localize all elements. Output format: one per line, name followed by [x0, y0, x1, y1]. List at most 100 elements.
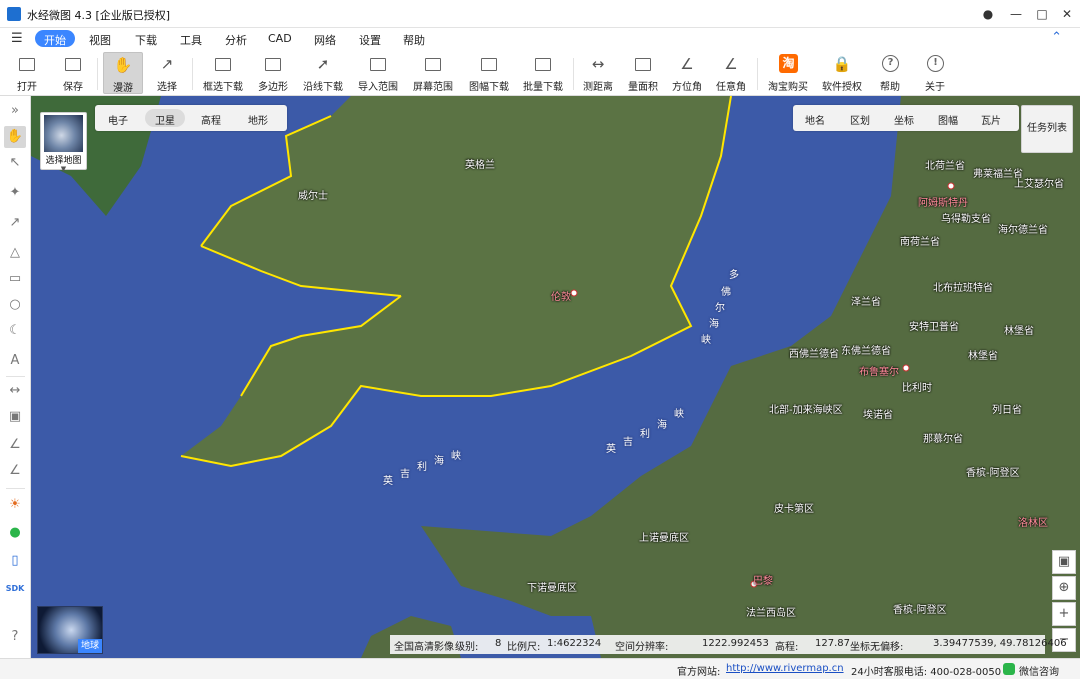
measure-area-button[interactable]: 量面积 — [624, 52, 662, 94]
lock-icon: 🔒 — [832, 55, 852, 73]
map-label: 利 — [640, 429, 650, 440]
map-label: 英 — [383, 476, 393, 487]
box-download-icon — [213, 54, 233, 74]
zoom-in-button[interactable]: + — [1052, 602, 1076, 626]
screen-range-button[interactable]: 屏幕范围 — [409, 52, 457, 94]
measure-area-side-icon[interactable]: ▣ — [4, 406, 26, 428]
import-range-button[interactable]: 导入范围 — [354, 52, 402, 94]
help-circle-icon[interactable]: ? — [4, 626, 26, 648]
menu-download[interactable]: 下载 — [135, 32, 157, 48]
toggle-coordinates[interactable]: 坐标 — [894, 112, 914, 127]
pan-tool-icon[interactable]: ✋ — [4, 126, 26, 148]
toggle-tiles[interactable]: 瓦片 — [981, 112, 1001, 127]
draw-circle-icon[interactable]: ○ — [4, 294, 26, 316]
open-button[interactable]: 打开 — [10, 52, 44, 94]
fullscreen-icon[interactable]: ▣ — [1052, 550, 1076, 574]
globe-view-button[interactable]: 地球 — [37, 606, 103, 654]
add-text-icon[interactable]: A — [4, 350, 26, 372]
map-label: 上诺曼底区 — [639, 533, 689, 544]
map-label: 皮卡第区 — [774, 504, 814, 515]
tab-elevation[interactable]: 高程 — [191, 109, 231, 127]
maximize-button[interactable]: □ — [1029, 4, 1055, 24]
dropdown-caret-icon: ▼ — [60, 165, 67, 173]
map-label: 峡 — [451, 451, 461, 462]
map-label: 林堡省 — [968, 351, 998, 362]
azimuth-side-icon[interactable]: ∠ — [4, 434, 26, 456]
globe-label: 地球 — [78, 639, 102, 653]
draw-arc-icon[interactable]: ☾ — [4, 320, 26, 342]
toolbar-divider — [97, 58, 98, 90]
menu-network[interactable]: 网络 — [314, 32, 336, 48]
map-label: 香槟-阿登区 — [966, 468, 1020, 479]
map-label: 西佛兰德省 — [789, 349, 839, 360]
angle-side-icon[interactable]: ∠ — [4, 460, 26, 482]
sdk-icon[interactable]: SDK — [4, 578, 26, 600]
polygon-download-icon — [263, 54, 283, 74]
draw-polygon-icon[interactable]: △ — [4, 242, 26, 264]
draw-rectangle-icon[interactable]: ▭ — [4, 268, 26, 290]
toggle-map-sheets[interactable]: 图幅 — [938, 112, 958, 127]
measure-distance-button[interactable]: ↔ 测距离 — [579, 52, 617, 94]
close-button[interactable]: ✕ — [1054, 4, 1080, 24]
expand-panel-icon[interactable]: » — [4, 100, 26, 122]
website-label: 官方网站: — [677, 667, 721, 678]
wechat-icon — [1003, 663, 1015, 675]
map-label: 英 — [606, 444, 616, 455]
any-angle-button[interactable]: ∠ 任意角 — [713, 52, 749, 94]
sheet-download-button[interactable]: 图幅下载 — [463, 52, 515, 94]
wechat-consult-link[interactable]: 微信咨询 — [1019, 663, 1059, 678]
line-download-icon: ➚ — [316, 55, 330, 73]
map-label: 法兰西岛区 — [746, 608, 796, 619]
task-list-button[interactable]: 任务列表 — [1021, 105, 1073, 153]
toggle-districts[interactable]: 区划 — [850, 112, 870, 127]
select-tool-icon[interactable]: ↖ — [4, 152, 26, 174]
menu-start[interactable]: 开始 — [35, 30, 75, 47]
map-view[interactable]: 英格兰 威尔士 伦敦 多 佛 尔 海 峡 英 吉 利 海 峡 英 吉 利 海 峡… — [31, 96, 1080, 658]
basemap-selector[interactable]: 选择地图 ▼ — [40, 112, 87, 173]
toggle-place-names[interactable]: 地名 — [805, 112, 825, 127]
menu-analysis[interactable]: 分析 — [225, 32, 247, 48]
batch-download-button[interactable]: 批量下载 — [519, 52, 567, 94]
menu-tools[interactable]: 工具 — [180, 32, 202, 48]
measure-area-icon — [633, 54, 653, 74]
title-bar: 水经微图 4.3 [企业版已授权] ● — □ ✕ — [0, 0, 1080, 28]
locate-icon[interactable]: ⊕ — [1052, 576, 1076, 600]
minimize-button[interactable]: — — [1003, 4, 1029, 24]
map-label: 林堡省 — [1004, 326, 1034, 337]
imagery-source: 全国高清影像 — [394, 642, 454, 653]
collapse-ribbon-icon[interactable]: ⌃ — [1051, 30, 1062, 45]
app-footer: 官方网站: http://www.rivermap.cn 24小时客服电话: 4… — [0, 658, 1080, 679]
polygon-download-button[interactable]: 多边形 — [254, 52, 292, 94]
tab-electronic[interactable]: 电子 — [98, 109, 138, 127]
weather-icon[interactable]: ☀ — [4, 494, 26, 516]
draw-point-icon[interactable]: ✦ — [4, 182, 26, 204]
save-button[interactable]: 保存 — [56, 52, 90, 94]
mobile-icon[interactable]: ▯ — [4, 550, 26, 572]
user-icon[interactable]: ● — [975, 4, 1001, 24]
taobao-buy-button[interactable]: 淘淘宝购买 — [764, 52, 812, 94]
menu-settings[interactable]: 设置 — [359, 32, 381, 48]
pan-button[interactable]: ✋ 漫游 — [103, 52, 143, 94]
about-button[interactable]: ! 关于 — [918, 52, 952, 94]
line-download-button[interactable]: ➚ 沿线下载 — [299, 52, 347, 94]
satellite-map-imagery — [31, 96, 1080, 658]
menu-view[interactable]: 视图 — [89, 32, 111, 48]
menu-help[interactable]: 帮助 — [403, 32, 425, 48]
software-license-button[interactable]: 🔒 软件授权 — [818, 52, 866, 94]
tab-satellite[interactable]: 卫星 — [145, 109, 185, 127]
map-label: 上艾瑟尔省 — [1014, 179, 1064, 190]
draw-line-icon[interactable]: ↗ — [4, 212, 26, 234]
select-button[interactable]: ↗ 选择 — [150, 52, 184, 94]
map-label: 吉 — [623, 437, 633, 448]
map-label: 峡 — [674, 409, 684, 420]
box-download-button[interactable]: 框选下载 — [199, 52, 247, 94]
plugin-icon[interactable]: ● — [4, 522, 26, 544]
hamburger-menu-icon[interactable]: ☰ — [11, 31, 23, 46]
measure-distance-side-icon[interactable]: ↔ — [4, 380, 26, 402]
tab-terrain[interactable]: 地形 — [238, 109, 278, 127]
measure-distance-icon: ↔ — [591, 55, 605, 73]
azimuth-button[interactable]: ∠ 方位角 — [669, 52, 705, 94]
website-link[interactable]: http://www.rivermap.cn — [726, 663, 844, 674]
help-button[interactable]: ? 帮助 — [873, 52, 907, 94]
menu-cad[interactable]: CAD — [268, 32, 292, 45]
